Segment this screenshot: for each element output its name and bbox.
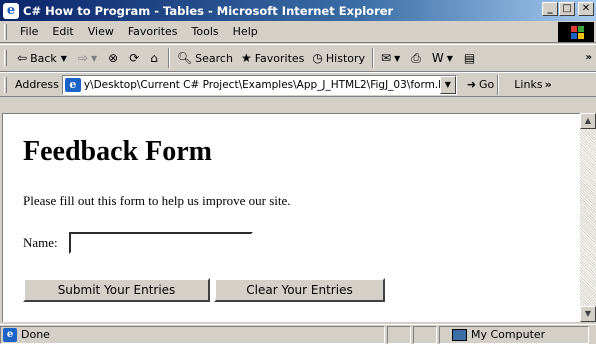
address-url: y\Desktop\Current C# Project\Examples\Ap… — [83, 78, 457, 91]
minimize-button[interactable]: _ — [542, 2, 558, 16]
status-main: e Done — [0, 325, 385, 344]
clear-button[interactable]: Clear Your Entries — [214, 278, 385, 302]
discuss-icon: ▤ — [463, 51, 476, 65]
status-bar: e Done My Computer — [0, 324, 596, 344]
history-icon: ◷ — [312, 51, 323, 65]
address-bar: Address e y\Desktop\Current C# Project\E… — [0, 72, 596, 97]
refresh-icon: ⟳ — [129, 51, 140, 65]
computer-icon — [452, 328, 467, 341]
intro-text: Please fill out this form to help us imp… — [23, 193, 291, 208]
page-content: Feedback Form Please fill out this form … — [2, 113, 580, 322]
menu-bar: File Edit View Favorites Tools Help — [0, 21, 596, 43]
mail-icon: ✉ — [381, 51, 392, 65]
search-icon: 🔍︎ — [176, 51, 193, 65]
maximize-icon: □ — [562, 3, 572, 14]
ie-icon: e — [3, 2, 19, 19]
links-overflow-icon: » — [544, 78, 552, 91]
toolbar-separator — [372, 48, 375, 68]
back-icon: ⇦ — [17, 51, 28, 65]
scroll-up-icon[interactable]: ▲ — [580, 113, 596, 129]
go-button[interactable]: ➜ Go — [467, 78, 494, 91]
history-button[interactable]: ◷ History — [308, 51, 369, 65]
address-grip[interactable] — [4, 76, 7, 93]
name-label: Name: — [23, 235, 58, 250]
forward-icon: ⇨ — [77, 51, 88, 65]
favorites-icon: ★ — [240, 51, 252, 65]
maximize-button[interactable]: □ — [559, 2, 575, 16]
ie-page-icon: e — [64, 77, 81, 92]
mail-button[interactable]: ✉ ▼ — [377, 51, 407, 65]
status-panel-progress — [387, 325, 411, 344]
search-button[interactable]: 🔍︎ Search — [173, 51, 237, 65]
menu-tools[interactable]: Tools — [185, 25, 226, 38]
address-input[interactable]: e y\Desktop\Current C# Project\Examples\… — [61, 74, 457, 95]
zone-label: My Computer — [471, 328, 546, 341]
address-label: Address — [15, 78, 59, 91]
menu-favorites[interactable]: Favorites — [121, 25, 185, 38]
ie-status-icon: e — [3, 327, 17, 342]
links-button[interactable]: Links » — [514, 78, 551, 91]
go-icon: ➜ — [466, 78, 477, 91]
edit-button[interactable]: W ▼ — [428, 51, 460, 65]
page-heading: Feedback Form — [23, 136, 212, 167]
forward-button[interactable]: ⇨ ▼ — [74, 51, 104, 65]
history-label: History — [325, 51, 366, 65]
discuss-button[interactable]: ▤ — [460, 51, 482, 65]
back-label: Back — [30, 51, 57, 65]
go-label: Go — [479, 78, 495, 91]
menu-help[interactable]: Help — [226, 25, 265, 38]
standard-toolbar: ⇦ Back ▼ ⇨ ▼ ⊗ ⟳ ⌂ 🔍︎ Search ★ Favorites… — [0, 44, 596, 72]
favorites-label: Favorites — [254, 51, 305, 65]
menu-file[interactable]: File — [13, 25, 45, 38]
refresh-button[interactable]: ⟳ — [125, 51, 146, 65]
toolbar-overflow-icon[interactable]: » — [586, 52, 592, 63]
scroll-down-icon[interactable]: ▼ — [580, 306, 596, 322]
stop-icon: ⊗ — [108, 51, 119, 65]
print-icon: ⎙ — [411, 50, 421, 65]
window-title: C# How to Program - Tables - Microsoft I… — [23, 3, 394, 18]
windows-logo — [558, 22, 594, 42]
close-icon: ✕ — [581, 3, 591, 14]
menu-view[interactable]: View — [81, 25, 121, 38]
favorites-button[interactable]: ★ Favorites — [237, 51, 308, 65]
back-button[interactable]: ⇦ Back ▼ — [13, 51, 74, 65]
close-button[interactable]: ✕ — [578, 2, 594, 16]
address-separator — [497, 74, 500, 95]
home-button[interactable]: ⌂ — [146, 51, 165, 65]
vertical-scrollbar[interactable]: ▲ ▼ — [580, 113, 596, 322]
title-bar[interactable]: e C# How to Program - Tables - Microsoft… — [0, 0, 596, 21]
status-zone: My Computer — [439, 325, 589, 344]
chevron-down-icon[interactable]: ▼ — [91, 54, 97, 63]
toolbar-grip[interactable] — [4, 50, 7, 66]
chevron-down-icon[interactable]: ▼ — [439, 75, 456, 94]
minimize-icon: _ — [547, 3, 553, 14]
home-icon: ⌂ — [150, 51, 158, 65]
chevron-down-icon[interactable]: ▼ — [394, 54, 400, 63]
submit-button[interactable]: Submit Your Entries — [23, 278, 210, 302]
chevron-down-icon[interactable]: ▼ — [61, 54, 67, 63]
chevron-down-icon[interactable]: ▼ — [447, 54, 453, 63]
name-input[interactable] — [69, 232, 253, 254]
menu-grip[interactable] — [4, 23, 7, 40]
search-label: Search — [195, 51, 233, 65]
menu-edit[interactable]: Edit — [45, 25, 80, 38]
status-text: Done — [21, 328, 50, 341]
status-panel-security — [413, 325, 437, 344]
stop-button[interactable]: ⊗ — [104, 51, 125, 65]
edit-icon: W — [431, 51, 444, 65]
links-label: Links — [514, 78, 543, 91]
toolbar-separator — [167, 48, 170, 68]
print-button[interactable]: ⎙ — [407, 51, 428, 66]
